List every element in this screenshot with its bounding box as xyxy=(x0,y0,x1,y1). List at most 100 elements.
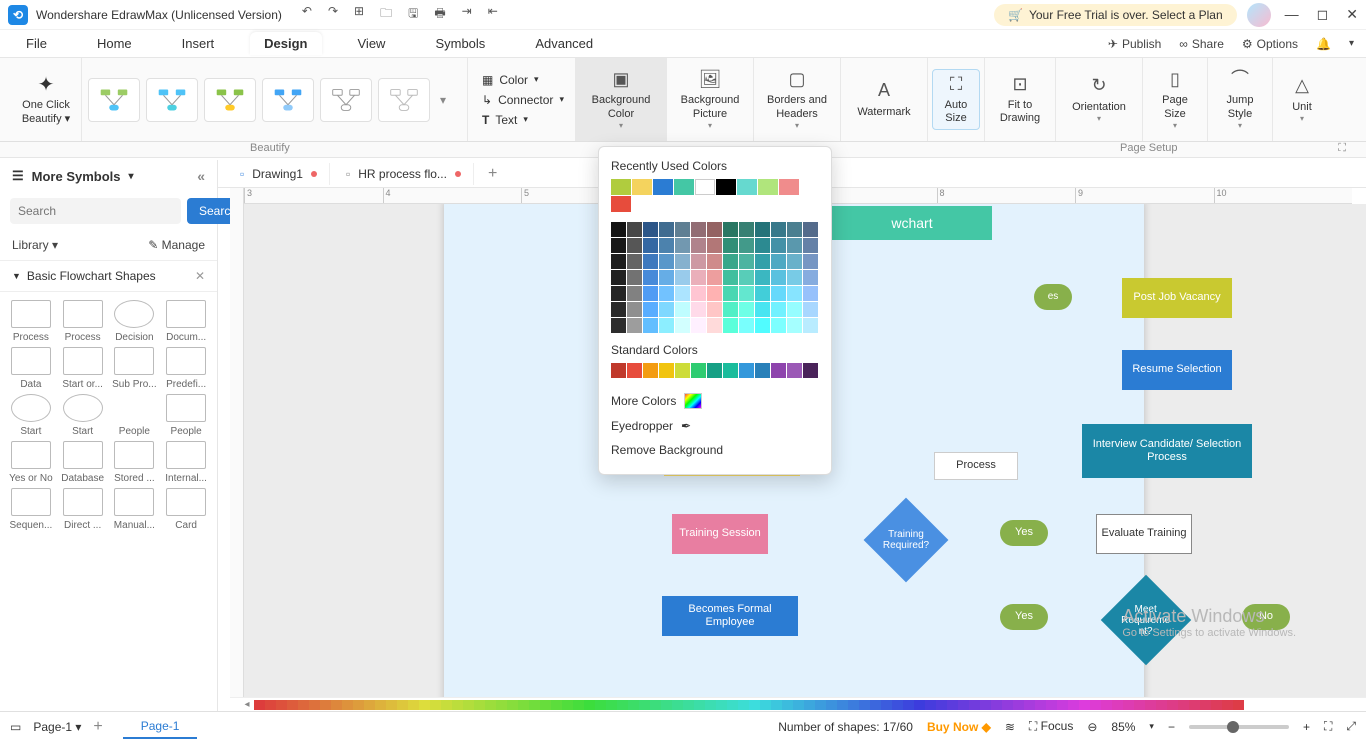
manage-button[interactable]: ✎ Manage xyxy=(148,238,205,252)
strip-swatch[interactable] xyxy=(925,700,936,710)
swatch[interactable] xyxy=(803,363,818,378)
swatch[interactable] xyxy=(787,363,802,378)
swatch[interactable] xyxy=(691,270,706,285)
shape-start[interactable]: Start xyxy=(58,394,108,437)
swatch[interactable] xyxy=(787,254,802,269)
shape-stored ...[interactable]: Stored ... xyxy=(110,441,160,484)
strip-swatch[interactable] xyxy=(1046,700,1057,710)
swatch[interactable] xyxy=(675,222,690,237)
library-dropdown[interactable]: Library ▾ xyxy=(12,238,58,252)
menu-view[interactable]: View xyxy=(344,32,400,55)
strip-swatch[interactable] xyxy=(1134,700,1145,710)
swatch[interactable] xyxy=(803,222,818,237)
strip-swatch[interactable] xyxy=(463,700,474,710)
theme-card-2[interactable] xyxy=(146,78,198,122)
strip-swatch[interactable] xyxy=(595,700,606,710)
shape-database[interactable]: Database xyxy=(58,441,108,484)
shape-predefi...[interactable]: Predefi... xyxy=(161,347,211,390)
strip-swatch[interactable] xyxy=(540,700,551,710)
swatch[interactable] xyxy=(707,363,722,378)
strip-swatch[interactable] xyxy=(408,700,419,710)
strip-swatch[interactable] xyxy=(551,700,562,710)
swatch[interactable] xyxy=(691,363,706,378)
strip-swatch[interactable] xyxy=(298,700,309,710)
swatch[interactable] xyxy=(707,254,722,269)
swatch[interactable] xyxy=(695,179,715,195)
swatch[interactable] xyxy=(675,302,690,317)
swatch[interactable] xyxy=(755,238,770,253)
strip-swatch[interactable] xyxy=(529,700,540,710)
page-selector[interactable]: Page-1 ▾ xyxy=(33,720,81,734)
strip-left-icon[interactable]: ◂ xyxy=(240,699,254,710)
swatch[interactable] xyxy=(674,179,694,195)
swatch[interactable] xyxy=(707,270,722,285)
swatch[interactable] xyxy=(739,222,754,237)
trial-banner[interactable]: 🛒 Your Free Trial is over. Select a Plan xyxy=(994,4,1237,26)
strip-swatch[interactable] xyxy=(397,700,408,710)
unit-button[interactable]: △Unit▾ xyxy=(1279,71,1325,127)
swatch[interactable] xyxy=(627,318,642,333)
swatch[interactable] xyxy=(627,254,642,269)
swatch[interactable] xyxy=(611,270,626,285)
more-symbols-title[interactable]: More Symbols xyxy=(32,169,121,184)
color-dropdown[interactable]: ▦Color ▾ xyxy=(482,73,561,87)
buy-now-button[interactable]: Buy Now ◆ xyxy=(927,720,991,734)
swatch[interactable] xyxy=(659,302,674,317)
strip-swatch[interactable] xyxy=(958,700,969,710)
page-size-button[interactable]: ▯Page Size▾ xyxy=(1149,65,1201,135)
shape-start or...[interactable]: Start or... xyxy=(58,347,108,390)
strip-swatch[interactable] xyxy=(1057,700,1068,710)
swatch[interactable] xyxy=(707,222,722,237)
swatch[interactable] xyxy=(803,238,818,253)
swatch[interactable] xyxy=(787,270,802,285)
strip-swatch[interactable] xyxy=(507,700,518,710)
minimize-icon[interactable]: — xyxy=(1285,6,1299,23)
strip-swatch[interactable] xyxy=(1211,700,1222,710)
strip-swatch[interactable] xyxy=(1090,700,1101,710)
strip-swatch[interactable] xyxy=(287,700,298,710)
swatch[interactable] xyxy=(611,238,626,253)
strip-swatch[interactable] xyxy=(826,700,837,710)
strip-swatch[interactable] xyxy=(1233,700,1244,710)
swatch[interactable] xyxy=(611,196,631,212)
strip-swatch[interactable] xyxy=(848,700,859,710)
swatch[interactable] xyxy=(659,318,674,333)
swatch[interactable] xyxy=(675,270,690,285)
strip-swatch[interactable] xyxy=(452,700,463,710)
strip-swatch[interactable] xyxy=(1167,700,1178,710)
fit-page-icon[interactable]: ⛶ xyxy=(1324,719,1332,734)
node-training-required[interactable]: Training Required? xyxy=(864,498,949,583)
strip-swatch[interactable] xyxy=(1178,700,1189,710)
swatch[interactable] xyxy=(675,254,690,269)
zoom-out-icon[interactable]: ⊖ xyxy=(1087,720,1097,734)
strip-swatch[interactable] xyxy=(320,700,331,710)
shape-card[interactable]: Card xyxy=(161,488,211,531)
node-meet-requirement[interactable]: Meet Requireme nt? xyxy=(1101,575,1192,666)
strip-swatch[interactable] xyxy=(1002,700,1013,710)
swatch[interactable] xyxy=(787,302,802,317)
strip-swatch[interactable] xyxy=(815,700,826,710)
strip-swatch[interactable] xyxy=(441,700,452,710)
shape-process[interactable]: Process xyxy=(6,300,56,343)
more-colors-button[interactable]: More Colors xyxy=(611,388,819,414)
strip-swatch[interactable] xyxy=(639,700,650,710)
watermark-button[interactable]: AWatermark xyxy=(847,76,921,123)
borders-headers-button[interactable]: ▢Borders and Headers▾ xyxy=(760,65,834,135)
ribbon-expand-icon[interactable]: ⛶ xyxy=(1338,142,1346,155)
category-header[interactable]: ▼ Basic Flowchart Shapes ✕ xyxy=(0,260,217,292)
add-page-button[interactable]: + xyxy=(93,718,102,736)
close-category-icon[interactable]: ✕ xyxy=(195,269,205,283)
swatch[interactable] xyxy=(739,286,754,301)
swatch[interactable] xyxy=(739,302,754,317)
strip-swatch[interactable] xyxy=(749,700,760,710)
shape-people[interactable]: People xyxy=(161,394,211,437)
node-evaluate-training[interactable]: Evaluate Training xyxy=(1096,514,1192,554)
shape-sequen...[interactable]: Sequen... xyxy=(6,488,56,531)
strip-swatch[interactable] xyxy=(716,700,727,710)
strip-swatch[interactable] xyxy=(474,700,485,710)
strip-swatch[interactable] xyxy=(661,700,672,710)
fullscreen-icon[interactable]: ⤢ xyxy=(1346,719,1356,734)
avatar[interactable] xyxy=(1247,3,1271,27)
node-yes-1[interactable]: es xyxy=(1034,284,1072,310)
swatch[interactable] xyxy=(643,222,658,237)
